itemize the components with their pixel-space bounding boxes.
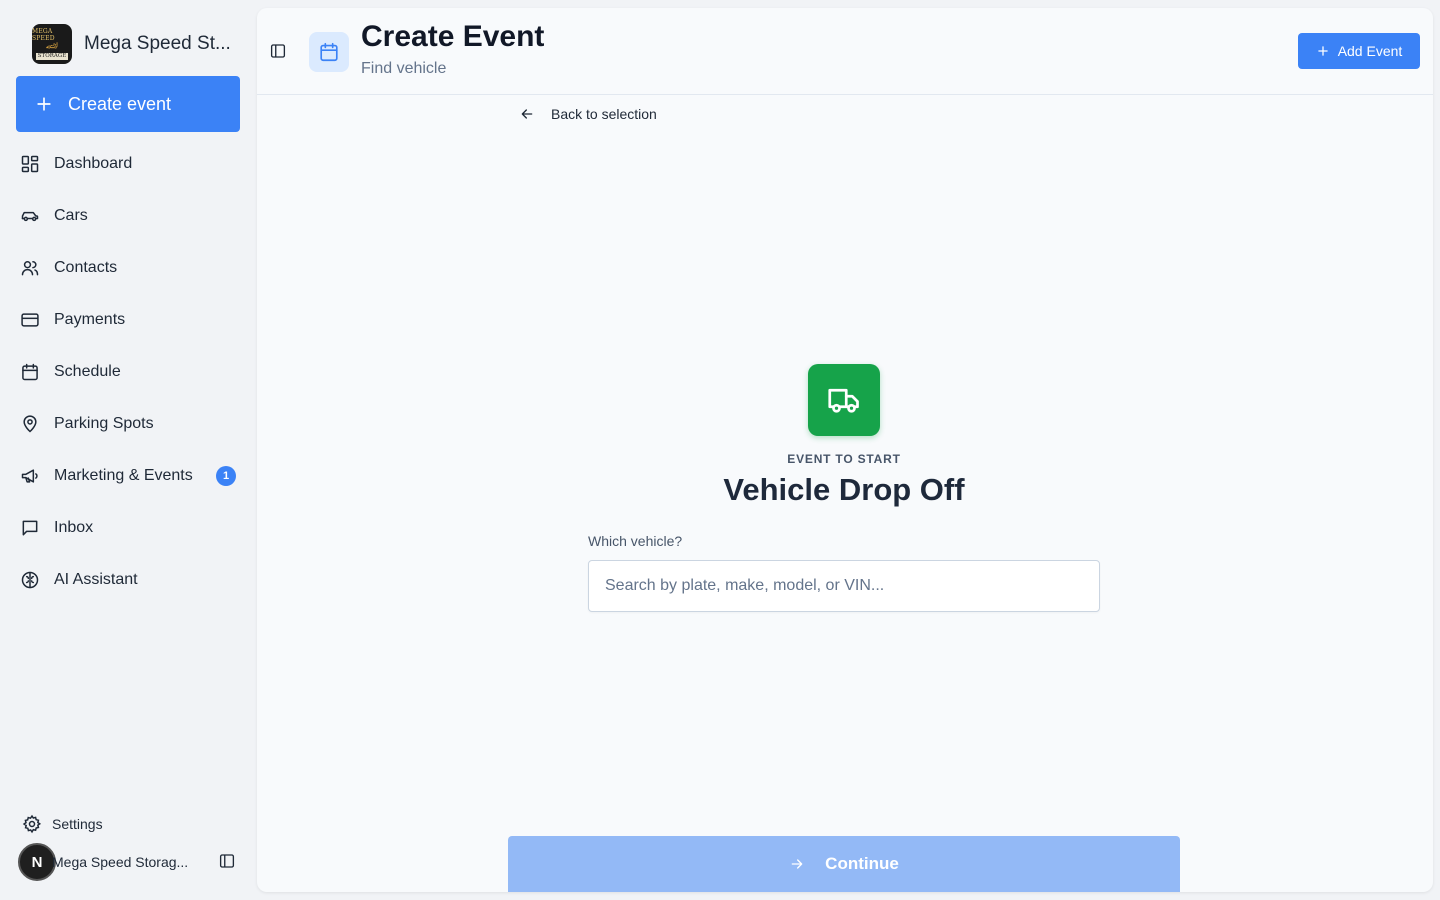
sidebar: MEGA SPEED 🏎 STORAGE Mega Speed St... Cr… [0,0,256,900]
sidebar-nav: Dashboard Cars Contacts Payments Schedul… [0,138,256,606]
sidebar-item-label: Payments [54,311,126,328]
sidebar-item-ai-assistant[interactable]: AI Assistant [0,554,256,606]
sidebar-item-inbox[interactable]: Inbox [0,502,256,554]
page-icon [309,32,349,72]
settings-link[interactable]: Settings [22,812,103,836]
page-title: Create Event [361,20,545,53]
truck-icon [828,388,859,413]
message-icon [22,520,38,536]
sidebar-item-contacts[interactable]: Contacts [0,242,256,294]
main-panel: Create Event Find vehicle Add Event Back… [257,8,1433,892]
logo-text-top: MEGA SPEED [32,28,55,42]
brain-icon [21,571,39,589]
sidebar-item-label: Marketing & Events [54,467,193,484]
brand[interactable]: MEGA SPEED 🏎 STORAGE Mega Speed St... [32,24,231,64]
sidebar-item-label: Dashboard [54,155,133,172]
vehicle-search-input[interactable] [588,560,1100,612]
calendar-icon [320,42,338,62]
gear-icon [22,814,42,834]
sidebar-toggle-icon[interactable] [269,42,287,60]
credit-card-icon [21,313,39,327]
sidebar-item-payments[interactable]: Payments [0,294,256,346]
vehicle-field-label: Which vehicle? [588,533,683,549]
sidebar-item-label: Cars [54,207,88,224]
create-event-label: Create event [68,93,172,114]
sidebar-item-parking-spots[interactable]: Parking Spots [0,398,256,450]
plus-icon [37,97,51,111]
sidebar-item-label: Contacts [54,259,118,276]
page-header: Create Event Find vehicle Add Event [257,8,1433,95]
arrow-left-icon [521,109,533,119]
account-switcher[interactable]: N Mega Speed Storag... [18,842,244,882]
event-name: Vehicle Drop Off [723,472,965,507]
continue-button[interactable]: Continue [508,836,1180,892]
create-event-button[interactable]: Create event [16,76,240,132]
sidebar-item-marketing-events[interactable]: Marketing & Events 1 [0,450,256,502]
sidebar-item-label: AI Assistant [54,571,138,588]
sidebar-item-dashboard[interactable]: Dashboard [0,138,256,190]
calendar-icon [22,363,38,381]
sidebar-item-label: Schedule [54,363,121,380]
event-type-icon [808,364,880,436]
sidebar-item-label: Parking Spots [54,415,154,432]
account-name: Mega Speed Storag... [52,854,189,870]
plus-icon [1317,46,1328,56]
continue-label: Continue [825,854,899,873]
avatar: N [18,843,56,881]
page-subtitle: Find vehicle [361,60,447,77]
sidebar-item-label: Inbox [54,519,94,536]
event-eyebrow: EVENT TO START [787,452,901,466]
add-event-button[interactable]: Add Event [1298,33,1420,69]
brand-logo: MEGA SPEED 🏎 STORAGE [32,24,72,64]
add-event-label: Add Event [1337,43,1403,59]
panel-toggle-icon[interactable] [218,852,236,870]
map-pin-icon [23,415,37,433]
logo-text-bottom: STORAGE [35,53,69,60]
back-label: Back to selection [551,106,657,122]
arrow-right-icon [791,859,803,869]
car-icon [21,211,39,222]
users-icon [21,261,39,276]
dashboard-icon [21,155,39,173]
sidebar-item-cars[interactable]: Cars [0,190,256,242]
app-root: MEGA SPEED 🏎 STORAGE Mega Speed St... Cr… [0,0,1440,900]
brand-name: Mega Speed St... [84,33,231,54]
settings-label: Settings [52,816,103,832]
logo-car-glyph: 🏎 [45,41,59,52]
back-to-selection-link[interactable]: Back to selection [519,102,657,126]
megaphone-icon [21,469,38,483]
notification-badge: 1 [216,466,236,486]
sidebar-item-schedule[interactable]: Schedule [0,346,256,398]
